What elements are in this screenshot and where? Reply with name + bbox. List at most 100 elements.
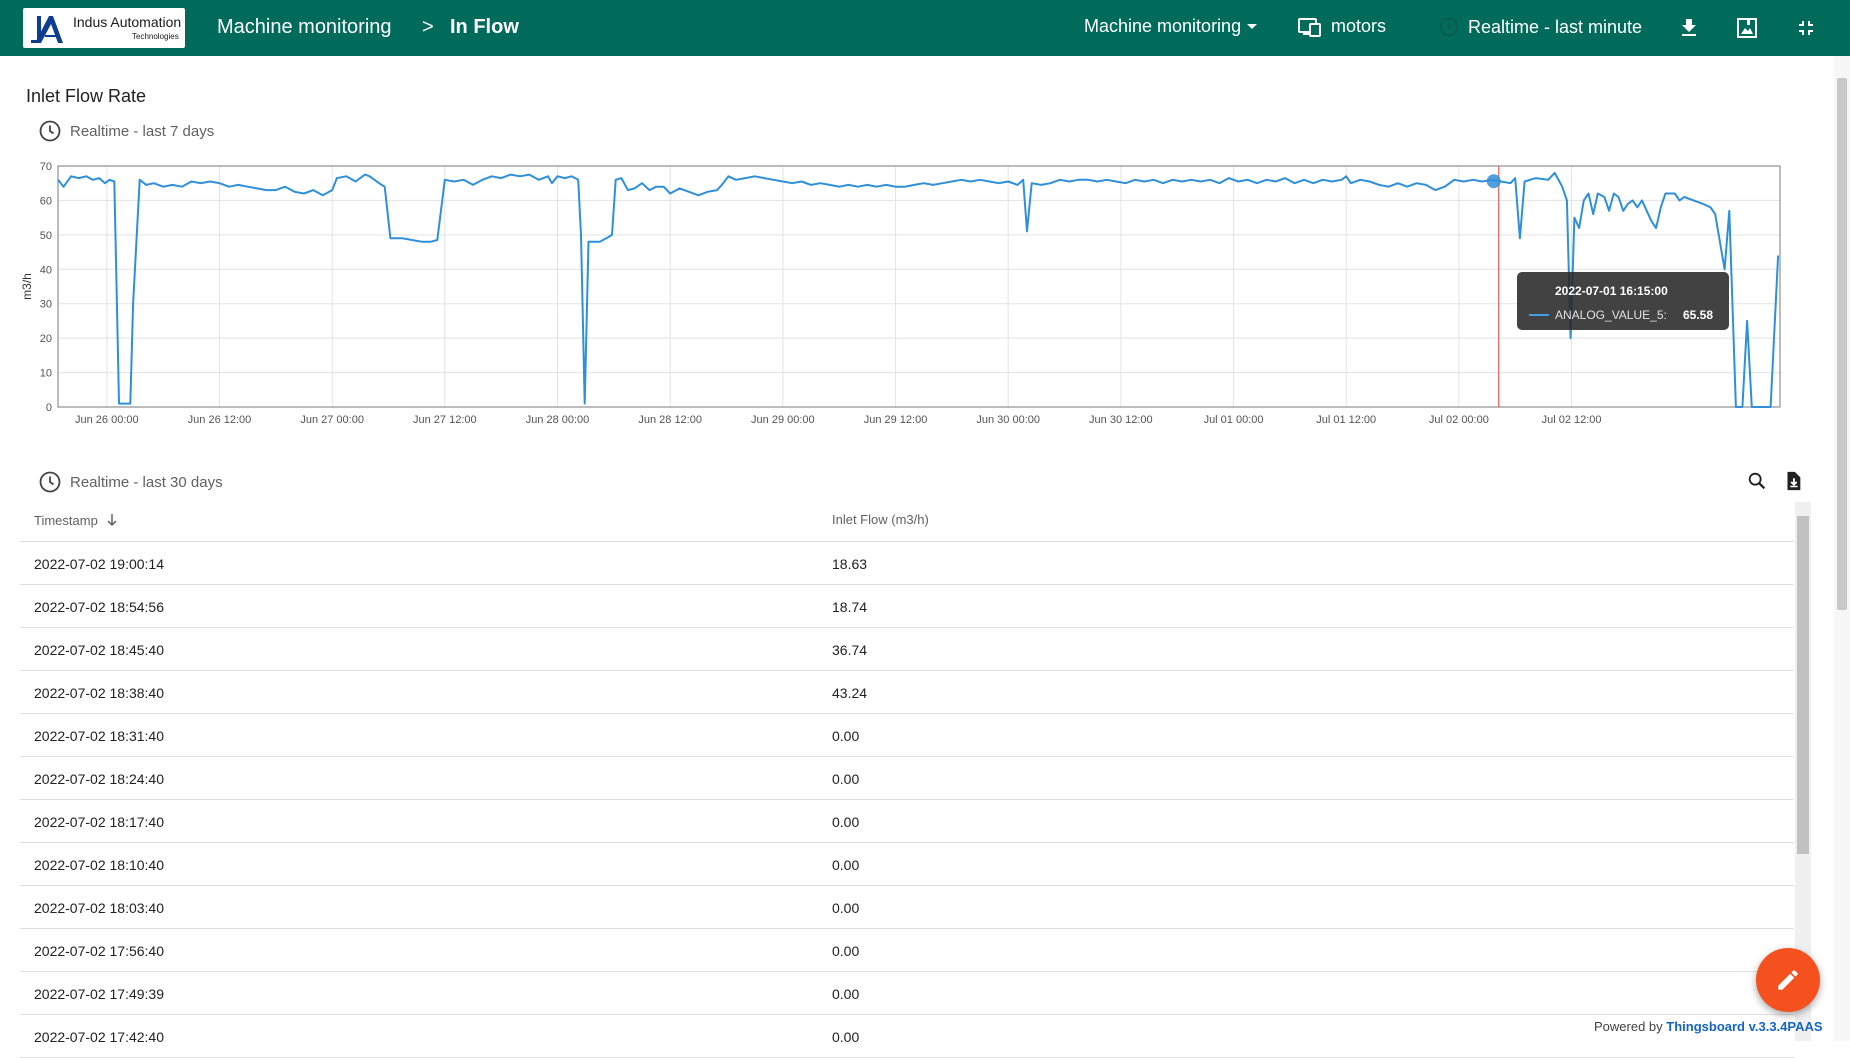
cell-inlet-flow: 0.00 [832,814,860,830]
x-tick-label: Jun 30 00:00 [976,414,1040,426]
breadcrumb-current-state: In Flow [450,16,519,38]
x-tick-label: Jul 02 00:00 [1429,414,1489,426]
timewindow-label: Realtime - last minute [1468,16,1643,37]
x-tick-label: Jun 26 00:00 [75,414,139,426]
clock-icon [1439,17,1459,37]
y-tick-label: 40 [40,264,52,276]
table-row[interactable]: 2022-07-02 18:54:56 18.74 [20,585,1794,628]
chart-tooltip: 2022-07-01 16:15:00 ANALOG_VALUE_5: 65.5… [1517,272,1729,330]
table-row[interactable]: 2022-07-02 18:38:40 43.24 [20,671,1794,714]
cell-inlet-flow: 18.63 [832,556,868,572]
x-tick-label: Jun 28 00:00 [526,414,590,426]
tooltip-value: 65.58 [1683,308,1714,322]
sort-descending-icon[interactable] [104,512,120,528]
cell-inlet-flow: 0.00 [832,900,860,916]
pencil-icon [1778,970,1798,990]
chart-timewindow[interactable]: Realtime - last 7 days [38,119,214,143]
x-tick-label: Jul 01 12:00 [1316,414,1376,426]
entity-alias-label: motors [1331,16,1387,36]
cell-timestamp: 2022-07-02 17:42:40 [34,1029,164,1045]
entity-alias-select[interactable]: motors [1297,16,1386,37]
exit-fullscreen-icon[interactable] [1794,16,1818,40]
table-row[interactable]: 2022-07-02 17:49:39 0.00 [20,972,1794,1015]
dropdown-arrow-icon [1247,23,1258,29]
cell-timestamp: 2022-07-02 18:45:40 [34,642,164,658]
chart-widget-title: Inlet Flow Rate [26,86,147,106]
cell-timestamp: 2022-07-02 17:56:40 [34,943,164,959]
table-row[interactable]: 2022-07-02 18:17:40 0.00 [20,800,1794,843]
chart-timewindow-label: Realtime - last 7 days [70,122,215,140]
table-row[interactable]: 2022-07-02 18:24:40 0.00 [20,757,1794,800]
y-tick-label: 20 [40,333,52,345]
x-tick-label: Jun 30 12:00 [1089,414,1153,426]
y-tick-label: 70 [40,161,52,173]
export-file-icon[interactable] [1782,470,1804,492]
cell-inlet-flow: 18.74 [832,599,868,615]
export-image-icon[interactable] [1735,16,1759,40]
cell-timestamp: 2022-07-02 18:24:40 [34,771,164,787]
logo-name: Indus Automation [73,14,182,30]
column-header-inlet-flow[interactable]: Inlet Flow (m3/h) [832,512,929,527]
table-body: 2022-07-02 19:00:14 18.63 2022-07-02 18:54… [20,542,1794,1058]
company-logo[interactable]: Indus Automation Technologies [23,8,185,48]
table-row[interactable]: 2022-07-02 18:03:40 0.00 [20,886,1794,929]
cell-inlet-flow: 0.00 [832,771,860,787]
x-tick-label: Jun 29 00:00 [751,414,815,426]
search-icon[interactable] [1746,470,1768,492]
column-header-timestamp-label: Timestamp [34,512,98,528]
powered-by: Powered by Thingsboard v.3.3.4PAAS [1594,1019,1823,1034]
table-row[interactable]: 2022-07-02 19:00:14 18.63 [20,542,1794,585]
hover-point [1486,174,1501,189]
cell-timestamp: 2022-07-02 18:10:40 [34,857,164,873]
tooltip-time: 2022-07-01 16:15:00 [1555,284,1668,298]
cell-inlet-flow: 0.00 [832,986,860,1002]
table-header: Timestamp Inlet Flow (m3/h) [20,502,1794,542]
table-scrollbar-thumb[interactable] [1797,516,1809,854]
timewindow-button[interactable]: Realtime - last minute [1438,16,1642,38]
y-tick-label: 10 [40,368,52,380]
clock-icon [39,471,61,493]
cell-timestamp: 2022-07-02 18:38:40 [34,685,164,701]
x-tick-label: Jun 29 12:00 [864,414,928,426]
cell-inlet-flow: 0.00 [832,943,860,959]
top-toolbar: Indus Automation Technologies Machine mo… [0,0,1850,56]
dashboard-select[interactable]: Machine monitoring [1084,16,1259,37]
page-scrollbar-thumb[interactable] [1837,78,1847,610]
table-row[interactable]: 2022-07-02 17:42:40 0.00 [20,1015,1794,1058]
y-axis-label: m3/h [20,273,34,300]
clock-icon [39,120,61,142]
table-timewindow[interactable]: Realtime - last 30 days [38,470,223,494]
column-header-timestamp[interactable]: Timestamp [34,512,120,528]
cell-timestamp: 2022-07-02 18:31:40 [34,728,164,744]
y-tick-label: 0 [46,402,52,414]
cell-timestamp: 2022-07-02 19:00:14 [34,556,164,572]
x-tick-label: Jul 01 00:00 [1204,414,1264,426]
table-row[interactable]: 2022-07-02 17:56:40 0.00 [20,929,1794,972]
y-tick-label: 50 [40,230,52,242]
x-tick-label: Jul 02 12:00 [1542,414,1602,426]
logo-subtitle: Technologies [132,32,179,41]
logo-mark-icon [25,10,67,46]
tooltip-series-swatch [1529,314,1549,316]
cell-timestamp: 2022-07-02 18:17:40 [34,814,164,830]
thingsboard-link[interactable]: Thingsboard v.3.3.4PAAS [1666,1019,1822,1034]
x-tick-label: Jun 26 12:00 [188,414,252,426]
y-tick-label: 30 [40,299,52,311]
cell-timestamp: 2022-07-02 18:54:56 [34,599,164,615]
cell-timestamp: 2022-07-02 17:49:39 [34,986,164,1002]
x-tick-label: Jun 27 12:00 [413,414,477,426]
table-row[interactable]: 2022-07-02 18:45:40 36.74 [20,628,1794,671]
table-row[interactable]: 2022-07-02 18:10:40 0.00 [20,843,1794,886]
download-icon[interactable] [1677,16,1701,40]
x-tick-label: Jun 28 12:00 [638,414,702,426]
cell-timestamp: 2022-07-02 18:03:40 [34,900,164,916]
cell-inlet-flow: 0.00 [832,857,860,873]
breadcrumb-dashboard[interactable]: Machine monitoring [217,16,392,39]
breadcrumb-separator: > [422,16,434,38]
edit-dashboard-button[interactable] [1756,948,1820,1012]
cell-inlet-flow: 0.00 [832,1029,860,1045]
powered-by-prefix: Powered by [1594,1019,1663,1034]
cell-inlet-flow: 36.74 [832,642,868,658]
table-row[interactable]: 2022-07-02 18:31:40 0.00 [20,714,1794,757]
dashboard-select-label: Machine monitoring [1084,16,1242,36]
